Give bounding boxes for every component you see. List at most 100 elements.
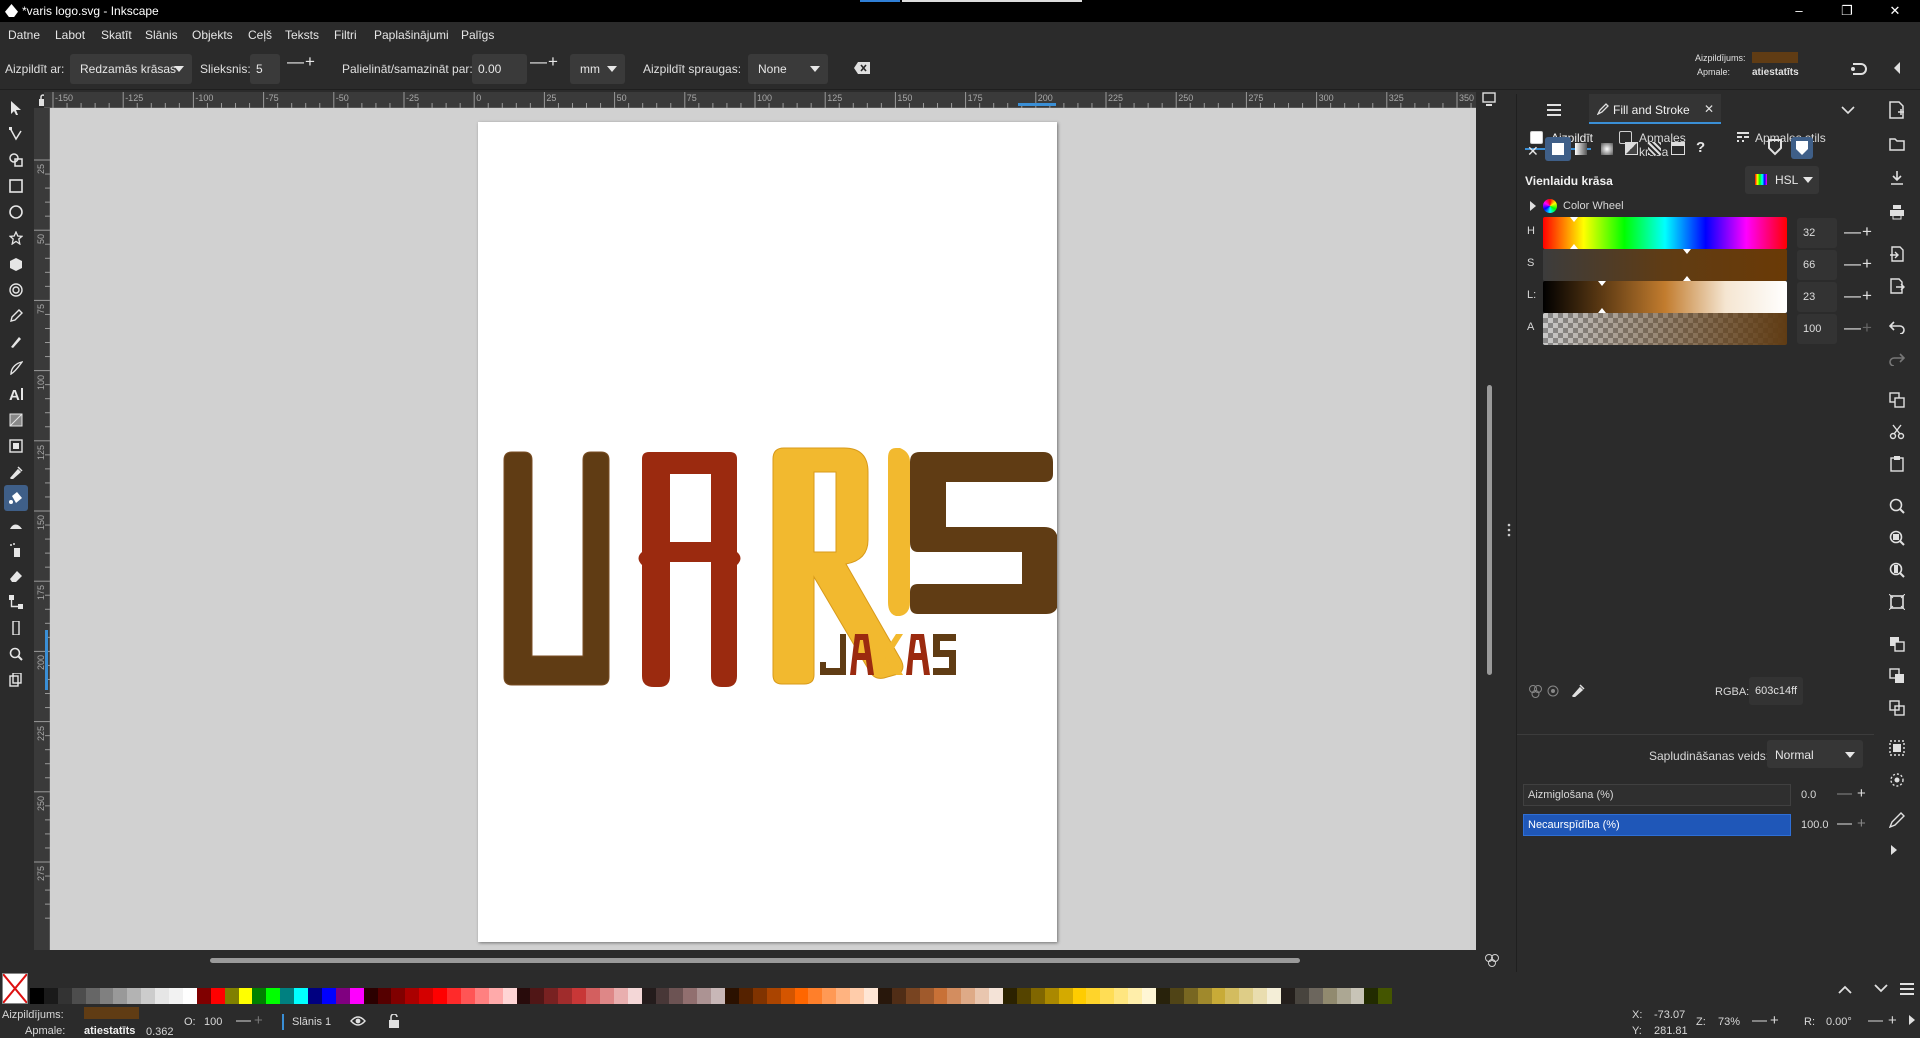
vertical-scrollbar[interactable]	[1487, 385, 1492, 675]
paint-bucket-tool[interactable]	[4, 485, 28, 511]
lightness-increment-button[interactable]: +	[1862, 286, 1872, 306]
menu-file[interactable]: Datne	[8, 28, 40, 42]
spiral-tool[interactable]	[4, 277, 28, 303]
close-gaps-select[interactable]: None	[748, 54, 828, 84]
alpha-decrement-button[interactable]: —	[1844, 318, 1861, 338]
palette-swatch[interactable]	[725, 988, 739, 1004]
save-button[interactable]	[1889, 170, 1907, 188]
palette-swatch[interactable]	[669, 988, 684, 1004]
no-paint-button[interactable]: ✕	[1527, 143, 1539, 160]
palette-swatch[interactable]	[780, 988, 795, 1004]
duplicate-button[interactable]	[1889, 636, 1907, 654]
palette-swatch[interactable]	[641, 988, 656, 1004]
zoom-in-button[interactable]: +	[1770, 1012, 1779, 1029]
menu-layer[interactable]: Slānis	[145, 28, 178, 42]
palette-swatch[interactable]	[1378, 988, 1393, 1004]
letter-s[interactable]	[910, 452, 1058, 614]
palette-swatch[interactable]	[1128, 988, 1143, 1004]
radial-gradient-button[interactable]	[1601, 143, 1613, 155]
rotate-cw-button[interactable]: +	[1888, 1012, 1897, 1029]
tab-stroke-style[interactable]: Apmales stils	[1737, 124, 1837, 150]
palette-swatch[interactable]	[1336, 988, 1351, 1004]
palette-swatch[interactable]	[891, 988, 906, 1004]
palette-swatch[interactable]	[99, 988, 114, 1004]
palette-swatch[interactable]	[127, 988, 142, 1004]
menu-edit[interactable]: Labot	[55, 28, 85, 42]
palette-swatch[interactable]	[474, 988, 489, 1004]
palette-swatch[interactable]	[155, 988, 170, 1004]
palette-swatch[interactable]	[1016, 988, 1031, 1004]
palette-swatch[interactable]	[877, 988, 892, 1004]
palette-swatch[interactable]	[321, 988, 336, 1004]
opacity-increment-button[interactable]: +	[1857, 815, 1866, 832]
status-stroke-width[interactable]: 0.362	[146, 1026, 174, 1038]
threshold-decrement-button[interactable]: —	[287, 52, 304, 72]
open-button[interactable]	[1889, 136, 1907, 154]
tab-fill-and-stroke[interactable]: Fill and Stroke ✕	[1589, 94, 1721, 124]
palette-swatch[interactable]	[280, 988, 295, 1004]
palette-swatch[interactable]	[738, 988, 753, 1004]
cut-button[interactable]	[1889, 424, 1907, 442]
palette-swatch[interactable]	[1350, 988, 1365, 1004]
ungroup-button[interactable]	[1889, 772, 1907, 790]
export-button[interactable]	[1889, 278, 1907, 296]
hue-value-input[interactable]: 32	[1797, 218, 1837, 248]
saturation-slider[interactable]	[1543, 249, 1787, 281]
palette-swatch[interactable]	[1142, 988, 1156, 1004]
menu-path[interactable]: Ceļš	[248, 28, 272, 42]
blend-mode-select[interactable]: Normal	[1767, 740, 1863, 768]
palette-scroll-down-button[interactable]	[1874, 983, 1888, 997]
dock-options-button[interactable]	[1841, 104, 1855, 118]
undo-button[interactable]	[1888, 320, 1907, 338]
palette-swatch[interactable]	[1211, 988, 1226, 1004]
snap-toggle-button[interactable]	[1849, 60, 1867, 81]
no-color-swatch[interactable]	[2, 973, 28, 1004]
maximize-button[interactable]: ❐	[1824, 0, 1870, 22]
dock-resize-handle[interactable]	[1507, 523, 1511, 537]
grow-increment-button[interactable]: +	[548, 52, 558, 72]
palette-swatch[interactable]	[697, 988, 712, 1004]
group-button[interactable]	[1889, 740, 1907, 758]
close-window-button[interactable]: ✕	[1872, 0, 1918, 22]
palette-swatch[interactable]	[30, 988, 44, 1004]
palette-swatch[interactable]	[544, 988, 559, 1004]
palette-swatch[interactable]	[224, 988, 239, 1004]
palette-swatch[interactable]	[683, 988, 698, 1004]
paste-button[interactable]	[1889, 456, 1907, 474]
layer-lock-toggle[interactable]	[388, 1013, 400, 1031]
blur-slider[interactable]: Aizmiglošana (%)	[1523, 784, 1791, 806]
mesh-tool[interactable]	[4, 433, 28, 459]
grow-decrement-button[interactable]: —	[530, 52, 547, 72]
zoom-input[interactable]: 73%	[1718, 1016, 1740, 1028]
palette-swatch[interactable]	[627, 988, 642, 1004]
flat-color-button[interactable]	[1545, 137, 1571, 161]
status-more-button[interactable]	[1908, 1014, 1916, 1029]
palette-swatch[interactable]	[1155, 988, 1170, 1004]
zoom-selection-button[interactable]	[1889, 498, 1907, 516]
letter-u[interactable]	[503, 451, 610, 686]
opacity-decrement-button[interactable]: —	[1837, 815, 1852, 832]
threshold-increment-button[interactable]: +	[305, 52, 315, 72]
display-mode-button[interactable]	[1482, 92, 1496, 106]
measure-tool[interactable]	[4, 615, 28, 641]
color-manage-toggle[interactable]	[1484, 952, 1500, 968]
blur-increment-button[interactable]: +	[1857, 785, 1866, 802]
shape-builder-tool[interactable]	[4, 147, 28, 173]
palette-menu-button[interactable]	[1900, 983, 1914, 998]
minimize-button[interactable]: –	[1776, 0, 1822, 22]
redo-button[interactable]	[1889, 352, 1907, 370]
star-tool[interactable]	[4, 225, 28, 251]
palette-swatch[interactable]	[933, 988, 948, 1004]
print-button[interactable]	[1889, 204, 1907, 222]
blur-decrement-button[interactable]: —	[1837, 785, 1852, 802]
palette-swatch[interactable]	[405, 988, 420, 1004]
palette-swatch[interactable]	[919, 988, 934, 1004]
hue-slider[interactable]	[1543, 217, 1787, 249]
palette-swatch[interactable]	[43, 988, 58, 1004]
swatch-manage-button[interactable]	[1529, 684, 1559, 701]
palette-swatch[interactable]	[335, 988, 350, 1004]
fill-stroke-dialog-button[interactable]	[1888, 812, 1907, 830]
palette-swatch[interactable]	[572, 988, 587, 1004]
palette-swatch[interactable]	[182, 988, 197, 1004]
close-tab-icon[interactable]: ✕	[1704, 102, 1714, 116]
